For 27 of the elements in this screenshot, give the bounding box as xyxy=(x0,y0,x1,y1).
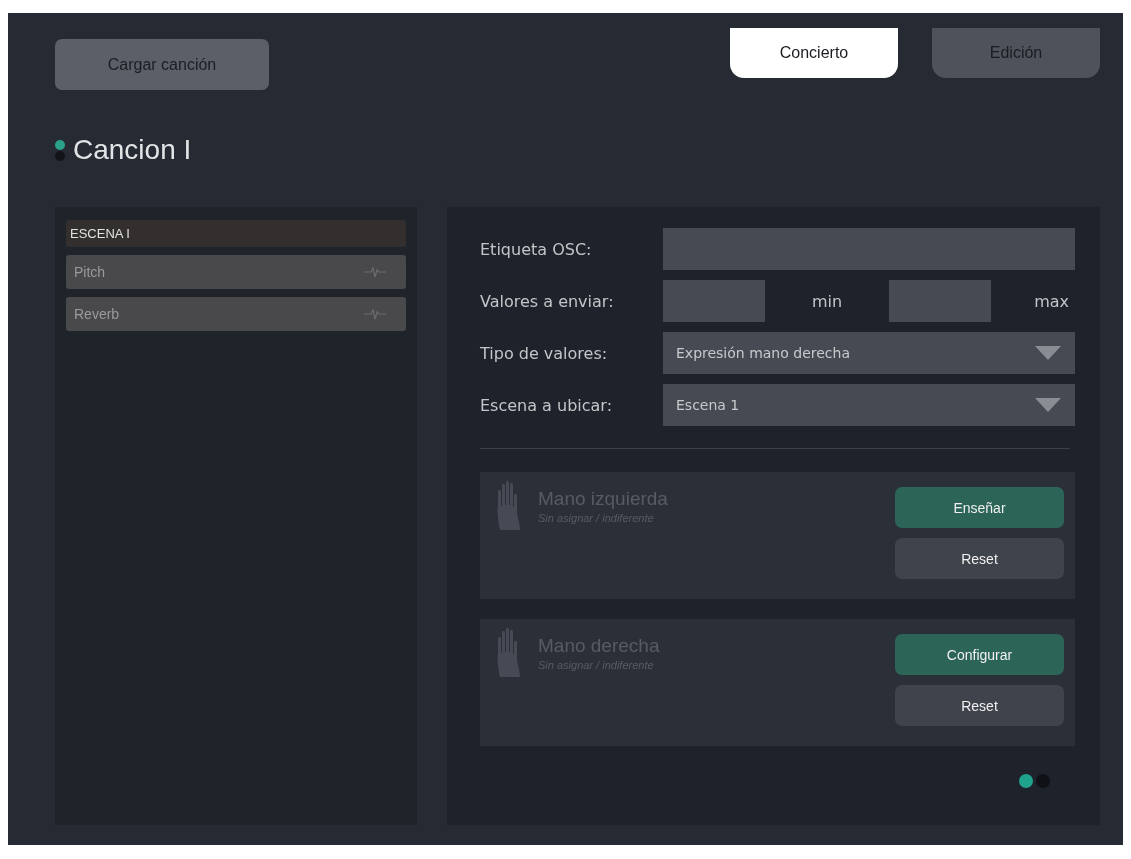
reset-button[interactable]: Reset xyxy=(895,538,1064,579)
field-label: Etiqueta OSC: xyxy=(480,239,593,259)
waveform-icon xyxy=(364,266,386,278)
page-dot[interactable] xyxy=(1019,774,1033,788)
primary-button[interactable]: Enseñar xyxy=(895,487,1064,528)
field-label: Valores a enviar: xyxy=(480,291,615,311)
field-label: Escena a ubicar: xyxy=(480,395,614,415)
scene-item-label: Reverb xyxy=(74,306,120,322)
waveform-icon xyxy=(364,308,386,320)
max-label: max xyxy=(1033,291,1069,311)
max-field[interactable] xyxy=(889,280,991,322)
scene-header: ESCENA I xyxy=(66,220,406,247)
scene-item[interactable]: Reverb xyxy=(66,297,406,331)
caret-icon xyxy=(1035,346,1061,360)
scene-item-label: Pitch xyxy=(74,264,106,280)
field-label: Tipo de valores: xyxy=(480,343,609,363)
primary-button[interactable]: Configurar xyxy=(895,634,1064,675)
min-field[interactable] xyxy=(663,280,765,322)
dropdown[interactable]: Escena 1 xyxy=(663,384,1075,426)
osc-label-field[interactable] xyxy=(663,228,1075,270)
dropdown[interactable]: Expresión mano derecha xyxy=(663,332,1075,374)
song-title: Cancion I xyxy=(73,134,192,166)
scene-item[interactable]: Pitch xyxy=(66,255,406,289)
reset-button[interactable]: Reset xyxy=(895,685,1064,726)
tab[interactable]: Concierto xyxy=(730,28,898,78)
min-label: min xyxy=(810,291,844,311)
caret-icon xyxy=(1035,398,1061,412)
